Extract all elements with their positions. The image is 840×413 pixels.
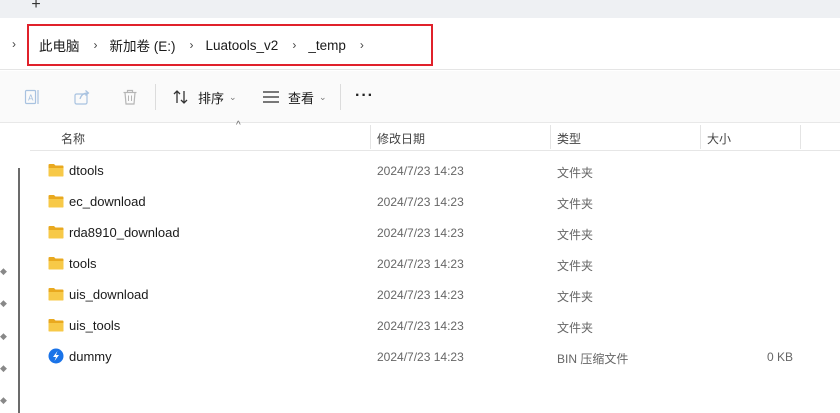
file-date: 2024/7/23 14:23 <box>377 257 464 271</box>
breadcrumb-item-this-pc[interactable]: 此电脑 › <box>39 35 110 55</box>
breadcrumb: 此电脑 › 新加卷 (E:) › Luatools_v2 › _temp › <box>27 24 433 66</box>
column-resize-handle[interactable] <box>800 125 801 149</box>
file-type: 文件夹 <box>557 166 594 180</box>
pin-icon[interactable]: ◆ <box>0 395 7 406</box>
column-header-date[interactable]: 修改日期 <box>377 130 425 147</box>
file-row[interactable]: dummy 2024/7/23 14:23 BIN 压缩文件 0 KB <box>30 341 840 372</box>
archive-file-icon <box>48 348 64 364</box>
file-name: dummy <box>69 349 112 364</box>
breadcrumb-item-volume-e[interactable]: 新加卷 (E:) › <box>110 35 206 55</box>
pin-icon[interactable]: ◆ <box>0 298 7 309</box>
file-name: tools <box>69 256 97 271</box>
file-date: 2024/7/23 14:23 <box>377 288 464 302</box>
file-row[interactable]: uis_tools 2024/7/23 14:23 文件夹 <box>30 310 840 341</box>
navigation-pane: ◆ ◆ ◆ ◆ ◆ <box>0 123 30 413</box>
file-type: 文件夹 <box>557 197 594 211</box>
file-type: 文件夹 <box>557 290 594 304</box>
folder-icon <box>48 319 64 332</box>
view-label: 查看 <box>288 90 315 106</box>
address-bar: › 此电脑 › 新加卷 (E:) › Luatools_v2 › _temp › <box>0 18 840 70</box>
tab-strip: + <box>0 0 840 18</box>
file-type: 文件夹 <box>557 228 594 242</box>
column-header-name[interactable]: 名称 <box>61 130 85 147</box>
folder-icon <box>48 226 64 239</box>
file-name: ec_download <box>69 194 146 209</box>
file-date: 2024/7/23 14:23 <box>377 195 464 209</box>
folder-icon <box>48 164 64 177</box>
file-date: 2024/7/23 14:23 <box>377 164 464 178</box>
file-name: uis_download <box>69 287 149 302</box>
address-expand-chevron-icon[interactable]: › <box>12 37 16 51</box>
breadcrumb-label: 新加卷 (E:) <box>109 39 176 54</box>
breadcrumb-chevron-icon[interactable]: › <box>360 38 364 52</box>
file-row[interactable]: uis_download 2024/7/23 14:23 文件夹 <box>30 279 840 310</box>
file-date: 2024/7/23 14:23 <box>377 350 464 364</box>
file-name: uis_tools <box>69 318 121 333</box>
share-button[interactable] <box>73 84 91 110</box>
file-size: 0 KB <box>766 350 793 364</box>
file-name: rda8910_download <box>69 225 180 240</box>
column-header-size[interactable]: 大小 <box>707 130 731 147</box>
breadcrumb-label: 此电脑 <box>39 39 80 54</box>
breadcrumb-item-temp[interactable]: _temp › <box>308 38 376 53</box>
sort-button[interactable]: 排序 ⌄ <box>172 84 237 110</box>
breadcrumb-item-luatools[interactable]: Luatools_v2 › <box>206 38 309 53</box>
folder-icon <box>48 257 64 270</box>
file-type: BIN 压缩文件 <box>557 352 629 366</box>
breadcrumb-chevron-icon[interactable]: › <box>190 38 194 52</box>
view-list-icon <box>263 91 279 103</box>
pin-icon[interactable]: ◆ <box>0 363 7 374</box>
view-button[interactable]: 查看 ⌄ <box>262 84 327 110</box>
more-options-button[interactable]: ··· <box>355 87 374 105</box>
file-row[interactable]: tools 2024/7/23 14:23 文件夹 <box>30 248 840 279</box>
pin-icon[interactable]: ◆ <box>0 331 7 342</box>
file-name: dtools <box>69 163 104 178</box>
column-resize-handle[interactable] <box>700 125 701 149</box>
sort-ascending-icon: ^ <box>236 120 241 131</box>
svg-text:A: A <box>28 94 34 103</box>
share-icon <box>74 90 90 105</box>
chevron-down-icon: ⌄ <box>229 91 237 102</box>
column-header-type[interactable]: 类型 <box>557 130 581 147</box>
pin-icon[interactable]: ◆ <box>0 266 7 277</box>
toolbar-divider <box>155 84 156 110</box>
breadcrumb-label: Luatools_v2 <box>205 37 279 53</box>
sort-label: 排序 <box>198 90 225 106</box>
sort-icon <box>173 90 188 104</box>
folder-icon <box>48 288 64 301</box>
toolbar-divider <box>340 84 341 110</box>
folder-icon <box>48 195 64 208</box>
column-resize-handle[interactable] <box>370 125 371 149</box>
command-bar: A 排序 ⌄ 查看 ⌄ ··· <box>0 71 840 123</box>
file-type: 文件夹 <box>557 259 594 273</box>
navigation-pane-scrollbar[interactable] <box>18 168 20 413</box>
new-tab-button[interactable]: + <box>26 0 46 14</box>
column-header-row: ^ 名称 修改日期 类型 大小 <box>30 120 840 151</box>
file-date: 2024/7/23 14:23 <box>377 226 464 240</box>
rename-button[interactable]: A <box>24 84 42 110</box>
file-row[interactable]: ec_download 2024/7/23 14:23 文件夹 <box>30 186 840 217</box>
breadcrumb-chevron-icon[interactable]: › <box>94 38 98 52</box>
trash-icon <box>123 89 137 105</box>
file-type: 文件夹 <box>557 321 594 335</box>
rename-icon: A <box>24 89 39 105</box>
chevron-down-icon: ⌄ <box>319 91 327 102</box>
breadcrumb-label: _temp <box>308 37 346 53</box>
column-resize-handle[interactable] <box>550 125 551 149</box>
breadcrumb-chevron-icon[interactable]: › <box>292 38 296 52</box>
delete-button[interactable] <box>121 84 139 110</box>
file-row[interactable]: rda8910_download 2024/7/23 14:23 文件夹 <box>30 217 840 248</box>
file-row[interactable]: dtools 2024/7/23 14:23 文件夹 <box>30 155 840 186</box>
file-date: 2024/7/23 14:23 <box>377 319 464 333</box>
